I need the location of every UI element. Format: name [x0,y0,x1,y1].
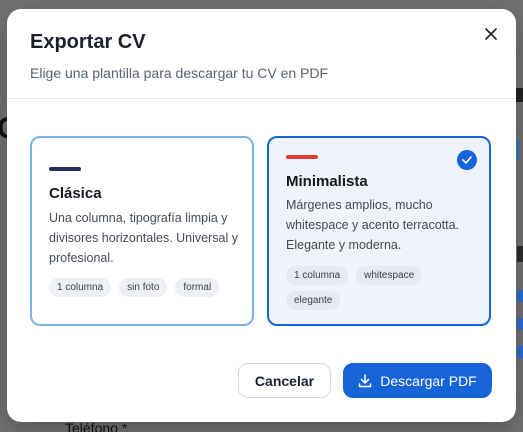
selected-check-icon [457,150,477,170]
download-pdf-button[interactable]: Descargar PDF [343,363,492,398]
background-fragment [517,246,523,262]
background-fragment [517,346,523,358]
template-tag: elegante [286,291,341,310]
dialog-header: Exportar CV Elige una plantilla para des… [7,9,516,99]
template-tags: 1 columna whitespace elegante [286,266,482,310]
background-fragment [517,318,523,330]
template-card-minimalista[interactable]: Minimalista Márgenes amplios, mucho whit… [267,136,491,326]
background-fragment [517,290,523,302]
template-tag: 1 columna [286,266,349,285]
template-card-clasica[interactable]: Clásica Una columna, tipografía limpia y… [30,136,254,326]
export-cv-dialog: Exportar CV Elige una plantilla para des… [7,9,516,422]
template-accent-bar [286,155,318,159]
template-description: Márgenes amplios, mucho whitespace y ace… [286,198,460,252]
template-tags: 1 columna sin foto formal [49,278,245,297]
template-accent-bar [49,167,81,171]
background-fragment [515,88,523,102]
template-title: Clásica [49,185,102,202]
dialog-title: Exportar CV [30,31,146,53]
dialog-subtitle: Elige una plantilla para descargar tu CV… [30,65,329,81]
template-description: Una columna, tipografía limpia y divisor… [49,211,238,265]
download-icon [359,373,372,387]
template-tag: whitespace [356,266,423,285]
close-icon [485,28,497,40]
template-tag: formal [175,278,220,297]
download-button-label: Descargar PDF [380,372,477,389]
template-tag: sin foto [119,278,168,297]
template-tag: 1 columna [49,278,112,297]
template-title: Minimalista [286,173,368,190]
close-button[interactable] [480,23,502,45]
cancel-button[interactable]: Cancelar [238,363,331,398]
background-fragment [517,140,523,160]
